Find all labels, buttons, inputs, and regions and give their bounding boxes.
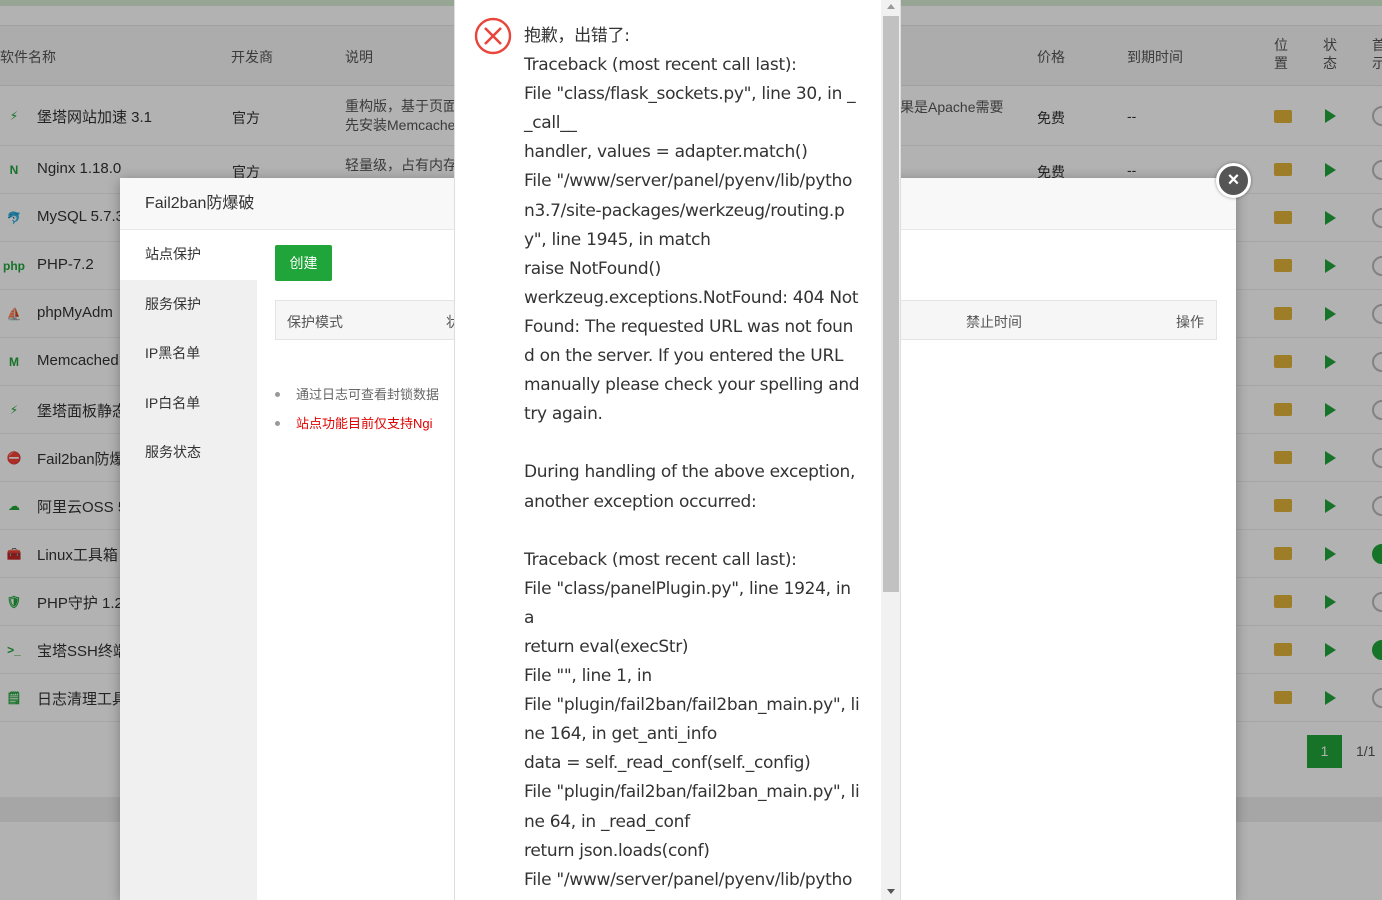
col-action: 操作: [1176, 314, 1204, 330]
scroll-thumb[interactable]: [883, 16, 899, 592]
scroll-up-arrow-icon[interactable]: [887, 4, 895, 9]
menu-item-2[interactable]: IP黑名单: [120, 329, 257, 379]
error-popup: 抱歉，出错了: Traceback (most recent call last…: [454, 0, 901, 900]
menu-item-0[interactable]: 站点保护: [120, 230, 257, 280]
error-message: 抱歉，出错了: Traceback (most recent call last…: [524, 26, 860, 900]
scroll-down-arrow-icon[interactable]: [887, 889, 895, 894]
tip-log: 通过日志可查看封锁数据: [275, 380, 439, 409]
menu-item-1[interactable]: 服务保护: [120, 280, 257, 330]
error-x-icon: [474, 17, 512, 55]
create-button[interactable]: 创建: [275, 245, 332, 281]
error-scrollbar[interactable]: [881, 0, 900, 900]
menu-item-3[interactable]: IP白名单: [120, 379, 257, 429]
col-protect-mode: 保护模式: [287, 314, 343, 330]
menu-item-4[interactable]: 服务状态: [120, 428, 257, 478]
dialog-close-button[interactable]: ×: [1216, 163, 1251, 198]
dialog-side-menu: 站点保护 服务保护 IP黑名单 IP白名单 服务状态: [120, 230, 257, 900]
tips-list: 通过日志可查看封锁数据 站点功能目前仅支持Ngi: [275, 380, 439, 438]
col-ban-time: 禁止时间: [966, 314, 1022, 330]
tip-nginx-only: 站点功能目前仅支持Ngi: [275, 409, 439, 438]
